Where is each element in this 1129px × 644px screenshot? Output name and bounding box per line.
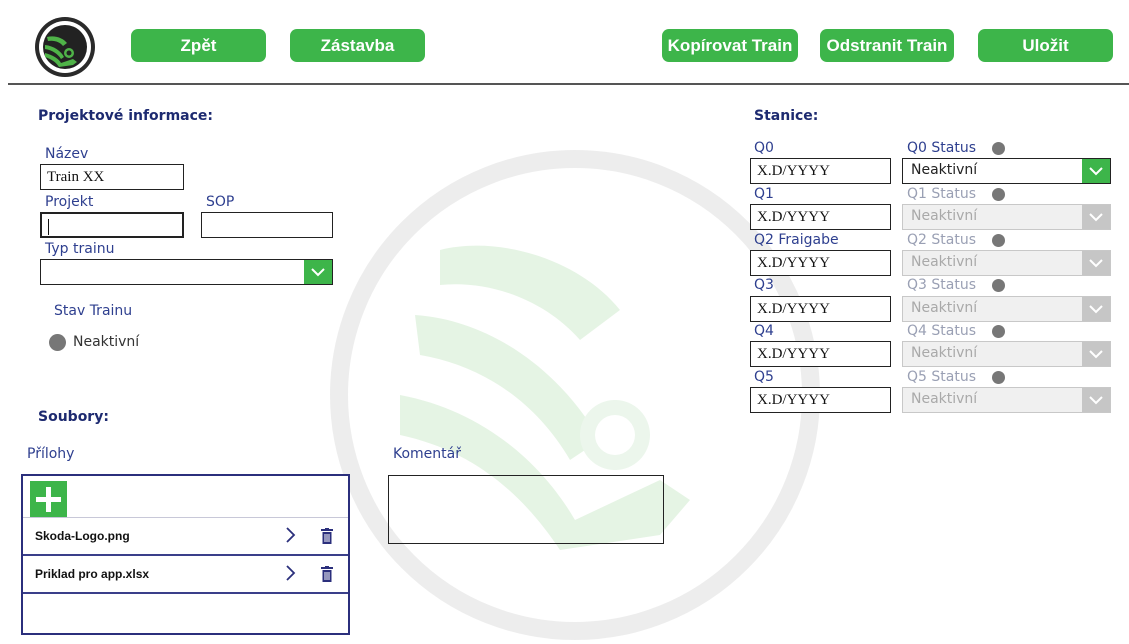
file-name: Skoda-Logo.png <box>35 529 130 543</box>
station-status-value: Neaktivní <box>911 300 978 316</box>
chevron-down-icon <box>1082 251 1110 275</box>
status-dot-icon <box>992 188 1005 201</box>
comment-field[interactable] <box>388 475 664 544</box>
train-type-label: Typ trainu <box>45 241 115 257</box>
station-status-dropdown[interactable]: Neaktivní <box>902 296 1111 322</box>
skoda-logo-icon <box>33 15 97 79</box>
train-type-dropdown[interactable] <box>40 259 333 285</box>
station-label: Q3 <box>754 277 774 293</box>
sop-field[interactable] <box>201 212 333 238</box>
station-status-dropdown[interactable]: Neaktivní <box>902 158 1111 184</box>
stop-button[interactable]: Zástavba <box>290 29 425 62</box>
status-dot-icon <box>992 325 1005 338</box>
station-label: Q5 <box>754 369 774 385</box>
station-date-field[interactable]: X.D/YYYY <box>750 296 891 322</box>
chevron-right-icon[interactable] <box>285 564 297 586</box>
station-status-label: Q3 Status <box>907 277 976 293</box>
station-label: Q4 <box>754 323 774 339</box>
station-date-field[interactable]: X.D/YYYY <box>750 204 891 230</box>
station-status-dropdown[interactable]: Neaktivní <box>902 387 1111 413</box>
station-date-field[interactable]: X.D/YYYY <box>750 341 891 367</box>
station-status-dropdown[interactable]: Neaktivní <box>902 204 1111 230</box>
station-status-value: Neaktivní <box>911 391 978 407</box>
station-status-value: Neaktivní <box>911 162 978 178</box>
project-label: Projekt <box>45 194 94 210</box>
files-title: Soubory: <box>38 409 109 425</box>
stations-title: Stanice: <box>754 108 819 124</box>
list-item[interactable]: Skoda-Logo.png <box>23 518 348 556</box>
project-info-title: Projektové informace: <box>38 108 213 124</box>
station-status-value: Neaktivní <box>911 254 978 270</box>
attachments-label: Přílohy <box>27 446 75 462</box>
status-dot-icon <box>992 142 1005 155</box>
list-item[interactable]: Priklad pro app.xlsx <box>23 556 348 594</box>
station-status-value: Neaktivní <box>911 208 978 224</box>
chevron-down-icon <box>1082 205 1110 229</box>
header-divider <box>8 83 1129 85</box>
station-date-field[interactable]: X.D/YYYY <box>750 250 891 276</box>
copy-train-button[interactable]: Kopírovat Train <box>662 29 798 62</box>
chevron-down-icon <box>1082 388 1110 412</box>
watermark-logo <box>330 150 820 640</box>
station-status-label: Q5 Status <box>907 369 976 385</box>
comment-label: Komentář <box>393 446 461 462</box>
station-status-dropdown[interactable]: Neaktivní <box>902 250 1111 276</box>
attachments-panel: Skoda-Logo.png Priklad pro app.xlsx <box>21 474 350 635</box>
back-button[interactable]: Zpět <box>131 29 266 62</box>
status-dot-icon <box>992 371 1005 384</box>
chevron-right-icon[interactable] <box>285 526 297 548</box>
sop-label: SOP <box>206 194 235 210</box>
train-state-label: Stav Trainu <box>54 303 133 319</box>
chevron-down-icon <box>1082 297 1110 321</box>
station-status-label: Q4 Status <box>907 323 976 339</box>
station-label: Q1 <box>754 186 774 202</box>
name-label: Název <box>45 146 89 162</box>
train-state-value: Neaktivní <box>73 334 140 350</box>
station-label: Q0 <box>754 140 774 156</box>
status-dot-icon <box>992 279 1005 292</box>
station-status-label: Q0 Status <box>907 140 976 156</box>
name-field[interactable]: Train XX <box>40 164 184 190</box>
save-button[interactable]: Uložit <box>978 29 1113 62</box>
status-dot-icon <box>992 234 1005 247</box>
station-date-field[interactable]: X.D/YYYY <box>750 158 891 184</box>
text-cursor <box>48 218 49 235</box>
plus-icon[interactable] <box>30 481 67 518</box>
station-status-dropdown[interactable]: Neaktivní <box>902 341 1111 367</box>
station-status-label: Q2 Status <box>907 232 976 248</box>
station-date-field[interactable]: X.D/YYYY <box>750 387 891 413</box>
trash-icon[interactable] <box>321 528 333 548</box>
station-status-label: Q1 Status <box>907 186 976 202</box>
station-status-value: Neaktivní <box>911 345 978 361</box>
status-dot-icon <box>49 334 66 351</box>
station-label: Q2 Fraigabe <box>754 232 839 248</box>
chevron-down-icon <box>1082 342 1110 366</box>
chevron-down-icon <box>304 260 332 284</box>
file-name: Priklad pro app.xlsx <box>35 567 150 581</box>
trash-icon[interactable] <box>321 566 333 586</box>
remove-train-button[interactable]: Odstranit Train <box>820 29 954 62</box>
chevron-down-icon <box>1082 159 1110 183</box>
project-field[interactable] <box>40 212 184 238</box>
